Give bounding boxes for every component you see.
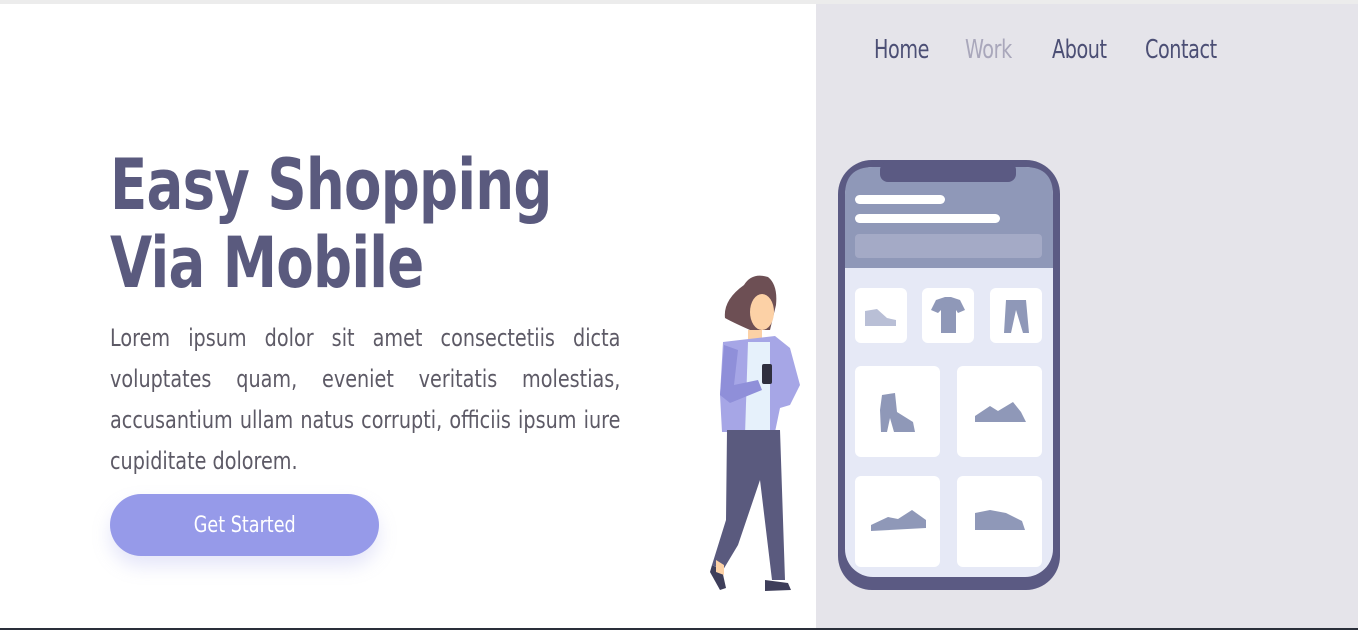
- hero-title-line1: Easy Shopping: [110, 144, 552, 226]
- shopping-illustration: [710, 160, 1060, 591]
- hero-description: Lorem ipsum dolor sit amet consectetiis …: [110, 324, 621, 475]
- nav-item-work[interactable]: Work: [965, 30, 1012, 70]
- nav-item-about[interactable]: About: [1052, 30, 1107, 70]
- nav-item-contact[interactable]: Contact: [1145, 30, 1217, 70]
- get-started-label: Get Started: [193, 512, 296, 538]
- woman-figure: [710, 275, 800, 591]
- hero-title: Easy Shopping Via Mobile: [110, 146, 552, 302]
- nav-item-home[interactable]: Home: [874, 30, 929, 70]
- get-started-button[interactable]: Get Started: [110, 494, 379, 556]
- phone-illustration: [838, 160, 1060, 590]
- hero-title-line2: Via Mobile: [110, 222, 424, 304]
